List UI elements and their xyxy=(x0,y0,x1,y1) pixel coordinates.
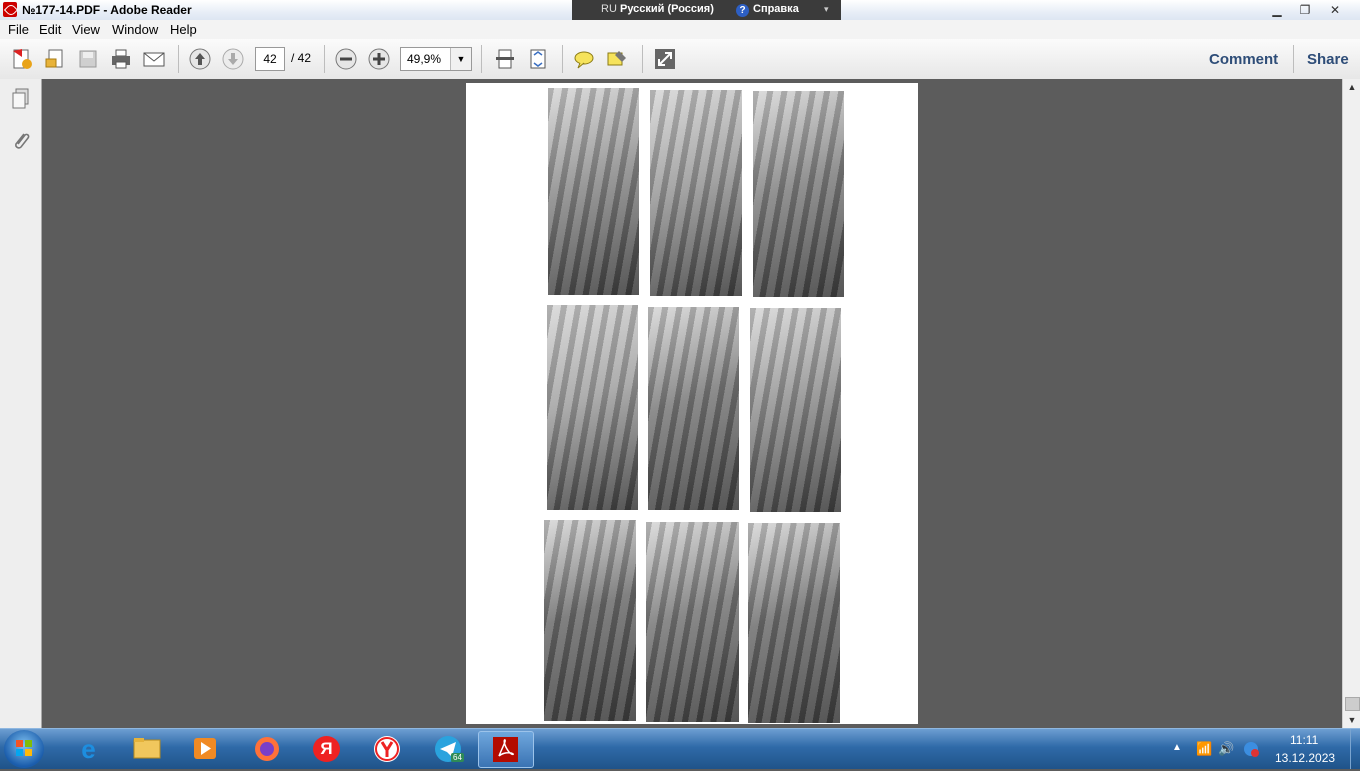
menu-file[interactable]: File xyxy=(8,22,29,37)
print-icon[interactable] xyxy=(109,47,133,71)
scroll-down-icon[interactable]: ▼ xyxy=(1343,712,1360,728)
clock-time[interactable]: 11:11 xyxy=(1290,733,1318,747)
yandex-browser-icon xyxy=(374,736,400,762)
volume-icon[interactable]: 🔊 xyxy=(1218,741,1234,757)
taskbar: e Я 64 ▲ 📶 🔊 11:11 13.12.2023 xyxy=(0,728,1360,769)
photo-metal-plate xyxy=(650,90,742,296)
full-screen-icon[interactable] xyxy=(653,47,677,71)
document-area[interactable] xyxy=(42,79,1342,728)
window-title: №177-14.PDF - Adobe Reader xyxy=(22,3,192,17)
pages-icon[interactable] xyxy=(9,87,33,111)
navigation-pane xyxy=(0,79,42,728)
save-icon[interactable] xyxy=(76,47,100,71)
pdf-page xyxy=(466,83,918,724)
sticky-note-icon[interactable] xyxy=(572,47,596,71)
title-bar: №177-14.PDF - Adobe Reader RU Русский (Р… xyxy=(0,0,1360,21)
comment-button[interactable]: Comment xyxy=(1209,51,1278,68)
toolbar: / 42 49,9% ▼ Comment Share xyxy=(0,39,1360,80)
page-number-input[interactable] xyxy=(255,47,285,71)
open-file-icon[interactable] xyxy=(43,47,67,71)
start-button[interactable] xyxy=(4,730,44,768)
menu-view[interactable]: View xyxy=(72,22,100,37)
taskbar-media-player[interactable] xyxy=(178,731,232,766)
chevron-down-icon[interactable]: ▼ xyxy=(450,48,471,70)
photo-driver-cabin xyxy=(547,305,638,510)
photo-bus-interior-seats xyxy=(753,91,844,297)
create-pdf-icon[interactable] xyxy=(10,47,34,71)
scroll-up-icon[interactable]: ▲ xyxy=(1343,79,1360,95)
windows-logo-icon xyxy=(16,740,32,756)
toolbar-divider xyxy=(324,45,325,73)
scroll-thumb[interactable] xyxy=(1345,697,1360,711)
telegram-icon xyxy=(435,736,461,762)
taskbar-firefox[interactable] xyxy=(240,731,294,766)
telegram-badge: 64 xyxy=(451,753,464,762)
menu-help[interactable]: Help xyxy=(170,22,197,37)
zoom-select[interactable]: 49,9% ▼ xyxy=(400,47,472,71)
photo-bus-interior-seats xyxy=(548,88,639,295)
minimize-button[interactable]: ▁ xyxy=(1269,3,1285,17)
email-icon[interactable] xyxy=(142,47,166,71)
previous-page-icon[interactable] xyxy=(188,47,212,71)
taskbar-adobe-reader[interactable] xyxy=(478,731,534,768)
zoom-out-icon[interactable] xyxy=(334,47,358,71)
chevron-down-icon[interactable]: ▾ xyxy=(824,4,829,15)
menu-edit[interactable]: Edit xyxy=(39,22,61,37)
toolbar-divider xyxy=(178,45,179,73)
fit-page-icon[interactable] xyxy=(493,47,517,71)
vertical-scrollbar[interactable]: ▲ ▼ xyxy=(1342,79,1360,728)
network-icon[interactable]: 📶 xyxy=(1196,741,1212,757)
attachments-icon[interactable] xyxy=(9,129,33,153)
toolbar-divider xyxy=(1293,45,1294,73)
menu-window[interactable]: Window xyxy=(112,22,158,37)
zoom-value: 49,9% xyxy=(407,52,442,66)
close-button[interactable]: ✕ xyxy=(1327,3,1343,17)
language-name[interactable]: Русский (Россия) xyxy=(620,3,714,15)
language-bar[interactable]: RU Русский (Россия) ? Справка ▾ xyxy=(572,0,841,21)
menu-bar: File Edit View Window Help xyxy=(0,20,1360,39)
folder-icon xyxy=(133,738,161,759)
taskbar-explorer[interactable] xyxy=(120,731,174,766)
toolbar-divider xyxy=(562,45,563,73)
page-total: / 42 xyxy=(291,51,312,65)
photo-bus-exterior-rear xyxy=(646,522,739,722)
media-player-icon xyxy=(194,738,216,759)
taskbar-yandex[interactable]: Я xyxy=(300,731,354,766)
internet-explorer-icon: e xyxy=(81,734,96,764)
help-icon[interactable]: ? xyxy=(736,4,749,17)
taskbar-telegram[interactable]: 64 xyxy=(421,731,475,766)
taskbar-yandex-browser[interactable] xyxy=(360,731,414,766)
share-button[interactable]: Share xyxy=(1307,51,1349,68)
fit-width-icon[interactable] xyxy=(526,47,550,71)
toolbar-divider xyxy=(481,45,482,73)
adobe-reader-icon xyxy=(493,737,518,762)
photo-engine-bay xyxy=(648,307,739,510)
clock-date[interactable]: 13.12.2023 xyxy=(1275,751,1335,765)
restore-button[interactable]: ❐ xyxy=(1297,3,1313,17)
next-page-icon[interactable] xyxy=(221,47,245,71)
help-label[interactable]: Справка xyxy=(753,3,799,15)
firefox-icon xyxy=(255,737,279,761)
photo-bus-exterior-side xyxy=(544,520,636,721)
adobe-reader-icon xyxy=(3,2,17,17)
yandex-icon: Я xyxy=(313,736,340,762)
highlight-icon[interactable] xyxy=(605,47,629,71)
notification-icon[interactable] xyxy=(1243,741,1259,760)
photo-bus-exterior-front xyxy=(748,523,840,723)
show-desktop-button[interactable] xyxy=(1350,729,1360,769)
tray-expand-icon[interactable]: ▲ xyxy=(1172,742,1182,753)
photo-door-panel xyxy=(750,308,841,512)
zoom-in-icon[interactable] xyxy=(367,47,391,71)
taskbar-ie[interactable]: e xyxy=(62,731,116,766)
language-code: RU xyxy=(601,3,617,15)
toolbar-divider xyxy=(642,45,643,73)
